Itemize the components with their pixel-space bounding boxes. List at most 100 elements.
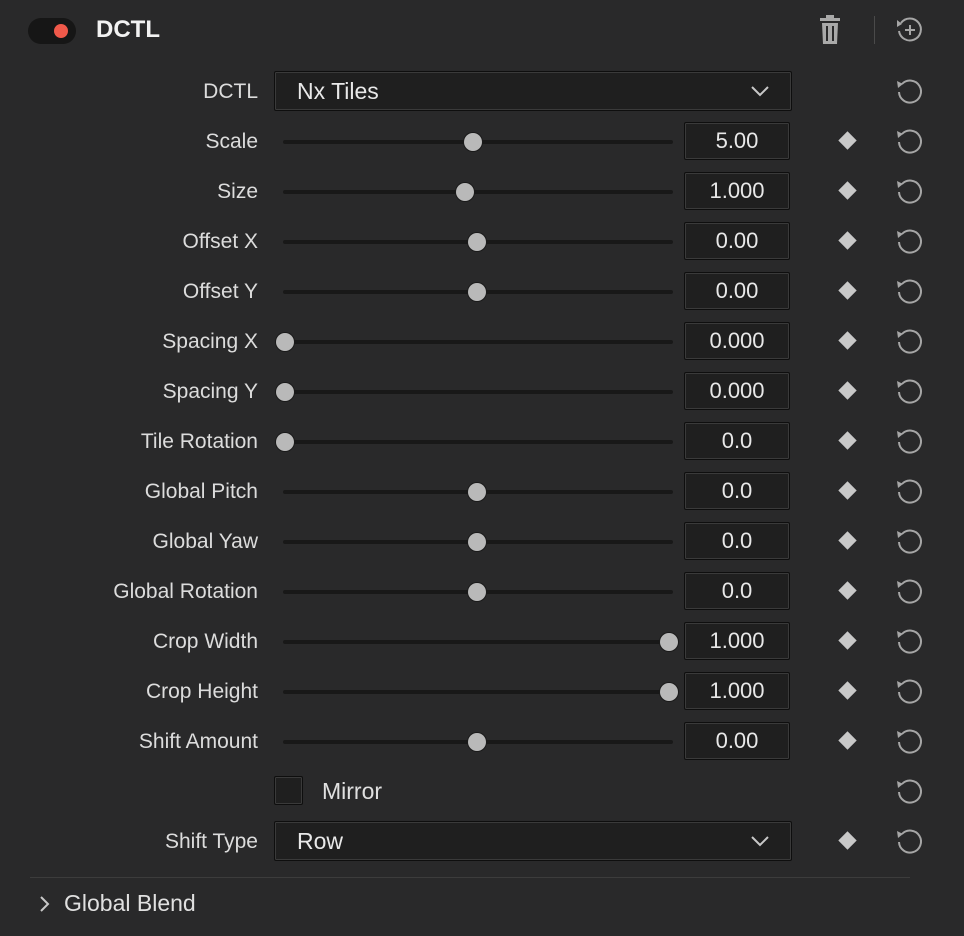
dctl-label: DCTL bbox=[203, 80, 258, 103]
shift-type-label: Shift Type bbox=[164, 830, 258, 853]
value-field[interactable]: 0.00 bbox=[684, 722, 790, 760]
value-field[interactable]: 1.000 bbox=[684, 172, 790, 210]
keyframe-diamond-icon[interactable] bbox=[838, 531, 857, 550]
global-blend-header[interactable]: Global Blend bbox=[0, 884, 964, 924]
value-field[interactable]: 0.0 bbox=[684, 422, 790, 460]
slider-track[interactable] bbox=[283, 340, 673, 344]
keyframe-diamond-icon[interactable] bbox=[838, 231, 857, 250]
reset-icon[interactable] bbox=[894, 725, 926, 757]
value-field[interactable]: 0.000 bbox=[684, 322, 790, 360]
slider-row: Size 1.000 bbox=[0, 171, 964, 211]
slider-row: Offset Y 0.00 bbox=[0, 271, 964, 311]
slider-row: Scale 5.00 bbox=[0, 121, 964, 161]
dctl-dropdown-value: Nx Tiles bbox=[297, 78, 379, 104]
slider-label: Offset X bbox=[182, 230, 258, 253]
slider-handle[interactable] bbox=[468, 733, 486, 751]
slider-handle[interactable] bbox=[276, 383, 294, 401]
mirror-checkbox[interactable] bbox=[274, 776, 303, 805]
reset-icon[interactable] bbox=[894, 125, 926, 157]
reset-icon[interactable] bbox=[894, 625, 926, 657]
mirror-label: Mirror bbox=[322, 778, 383, 804]
reset-icon[interactable] bbox=[894, 475, 926, 507]
slider-label: Spacing X bbox=[162, 330, 258, 353]
reset-icon[interactable] bbox=[894, 825, 926, 857]
reset-icon[interactable] bbox=[894, 175, 926, 207]
slider-label: Spacing Y bbox=[162, 380, 258, 403]
section-divider bbox=[30, 877, 910, 878]
slider-row: Offset X 0.00 bbox=[0, 221, 964, 261]
slider-handle[interactable] bbox=[468, 483, 486, 501]
slider-label: Global Yaw bbox=[152, 530, 258, 553]
shift-type-row: Shift Type Row bbox=[0, 821, 964, 861]
slider-row: Spacing Y 0.000 bbox=[0, 371, 964, 411]
slider-track[interactable] bbox=[283, 640, 673, 644]
value-field[interactable]: 1.000 bbox=[684, 672, 790, 710]
slider-track[interactable] bbox=[283, 190, 673, 194]
slider-handle[interactable] bbox=[468, 533, 486, 551]
slider-label: Crop Height bbox=[145, 680, 258, 703]
value-field[interactable]: 0.00 bbox=[684, 222, 790, 260]
toggle-indicator bbox=[54, 24, 68, 38]
keyframe-diamond-icon[interactable] bbox=[838, 731, 857, 750]
slider-handle[interactable] bbox=[456, 183, 475, 201]
slider-handle[interactable] bbox=[660, 633, 678, 651]
slider-label: Offset Y bbox=[182, 280, 258, 303]
keyframe-diamond-icon[interactable] bbox=[838, 631, 857, 650]
chevron-down-icon bbox=[751, 836, 769, 847]
value-field[interactable]: 0.00 bbox=[684, 272, 790, 310]
reset-icon[interactable] bbox=[894, 575, 926, 607]
slider-track[interactable] bbox=[283, 390, 673, 394]
keyframe-diamond-icon[interactable] bbox=[838, 831, 857, 850]
reset-icon[interactable] bbox=[894, 225, 926, 257]
reset-icon[interactable] bbox=[894, 425, 926, 457]
value-field[interactable]: 0.0 bbox=[684, 472, 790, 510]
slider-handle[interactable] bbox=[660, 683, 678, 701]
slider-track[interactable] bbox=[283, 690, 673, 694]
value-field[interactable]: 0.0 bbox=[684, 522, 790, 560]
slider-handle[interactable] bbox=[276, 333, 294, 351]
keyframe-diamond-icon[interactable] bbox=[838, 681, 857, 700]
value-field[interactable]: 0.000 bbox=[684, 372, 790, 410]
enable-toggle[interactable] bbox=[28, 18, 76, 44]
reset-icon[interactable] bbox=[894, 525, 926, 557]
slider-handle[interactable] bbox=[276, 433, 294, 451]
slider-label: Tile Rotation bbox=[140, 430, 258, 453]
slider-track[interactable] bbox=[283, 440, 673, 444]
dctl-dropdown[interactable]: Nx Tiles bbox=[274, 71, 792, 111]
header-divider bbox=[874, 16, 875, 44]
keyframe-diamond-icon[interactable] bbox=[838, 331, 857, 350]
slider-handle[interactable] bbox=[468, 283, 486, 301]
value-field[interactable]: 5.00 bbox=[684, 122, 790, 160]
keyframe-diamond-icon[interactable] bbox=[838, 481, 857, 500]
keyframe-diamond-icon[interactable] bbox=[838, 431, 857, 450]
slider-handle[interactable] bbox=[464, 133, 483, 151]
trash-icon[interactable] bbox=[816, 14, 844, 46]
slider-label: Shift Amount bbox=[138, 730, 258, 753]
keyframe-diamond-icon[interactable] bbox=[838, 181, 857, 200]
slider-row: Tile Rotation 0.0 bbox=[0, 421, 964, 461]
keyframe-diamond-icon[interactable] bbox=[838, 281, 857, 300]
reset-add-icon[interactable] bbox=[894, 14, 926, 46]
slider-row: Global Rotation 0.0 bbox=[0, 571, 964, 611]
reset-icon[interactable] bbox=[894, 375, 926, 407]
keyframe-diamond-icon[interactable] bbox=[838, 581, 857, 600]
slider-row: Crop Width 1.000 bbox=[0, 621, 964, 661]
reset-icon[interactable] bbox=[894, 275, 926, 307]
keyframe-diamond-icon[interactable] bbox=[838, 381, 857, 400]
slider-label: Crop Width bbox=[152, 630, 258, 653]
reset-icon[interactable] bbox=[894, 325, 926, 357]
slider-label: Scale bbox=[205, 130, 258, 153]
reset-icon[interactable] bbox=[894, 675, 926, 707]
slider-row: Crop Height 1.000 bbox=[0, 671, 964, 711]
slider-handle[interactable] bbox=[468, 583, 486, 601]
slider-row: Global Yaw 0.0 bbox=[0, 521, 964, 561]
reset-icon[interactable] bbox=[894, 75, 926, 107]
global-blend-label: Global Blend bbox=[64, 890, 196, 916]
slider-handle[interactable] bbox=[468, 233, 486, 251]
keyframe-diamond-icon[interactable] bbox=[838, 131, 857, 150]
reset-icon[interactable] bbox=[894, 775, 926, 807]
value-field[interactable]: 0.0 bbox=[684, 572, 790, 610]
shift-type-dropdown[interactable]: Row bbox=[274, 821, 792, 861]
chevron-down-icon bbox=[751, 86, 769, 97]
value-field[interactable]: 1.000 bbox=[684, 622, 790, 660]
